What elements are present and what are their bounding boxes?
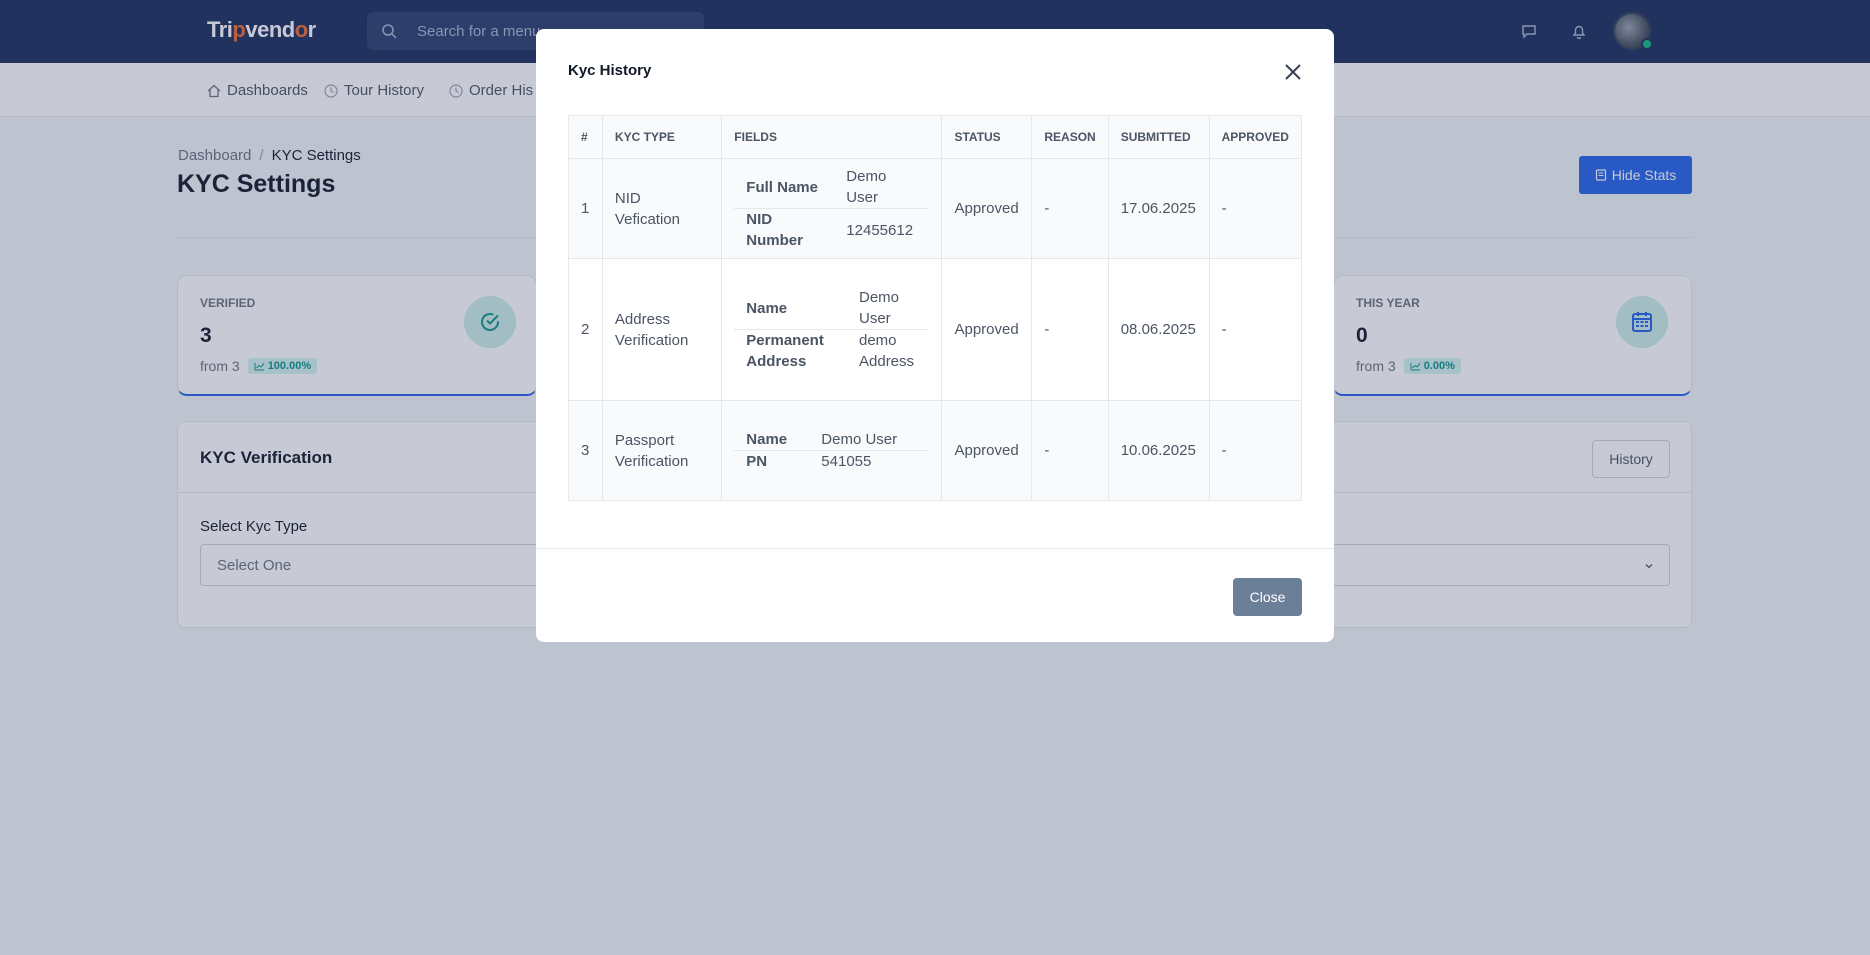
field-key: PN — [734, 450, 810, 472]
submitted-cell: 17.06.2025 — [1107, 158, 1210, 259]
close-icon[interactable] — [1283, 62, 1303, 82]
field-key: Full Name — [746, 178, 818, 196]
column-header: STATUS — [941, 115, 1033, 159]
column-header: KYC TYPE — [601, 115, 723, 159]
table-row: 3 Passport Verification Name Demo User PN… — [568, 400, 1303, 501]
field-value: Demo User — [821, 431, 898, 448]
table-row: 1 NID Vefication Full Name Demo User NID … — [568, 158, 1303, 259]
row-number: 3 — [568, 400, 603, 501]
fields-cell: Name Demo User PN 541055 — [721, 400, 943, 501]
fields-table: Full Name Demo User NID Number 12455612 — [734, 166, 930, 251]
field-key: NID Number — [734, 208, 835, 251]
field-key: Permanent Address — [734, 329, 847, 372]
table-header-row: # KYC TYPE FIELDS STATUS REASON SUBMITTE… — [568, 115, 1303, 159]
fields-table: Name Demo User PN 541055 — [734, 429, 930, 472]
column-header: SUBMITTED — [1107, 115, 1210, 159]
status-cell: Approved — [941, 400, 1033, 501]
field-value: 541055 — [809, 450, 930, 472]
field-value: Demo User — [859, 289, 900, 327]
status-cell: Approved — [941, 258, 1033, 401]
status-cell: Approved — [941, 158, 1033, 259]
approved-cell: - — [1208, 400, 1303, 501]
column-header: FIELDS — [721, 115, 943, 159]
fields-cell: Full Name Demo User NID Number 12455612 — [721, 158, 943, 259]
close-button[interactable]: Close — [1233, 578, 1302, 616]
reason-cell: - — [1031, 258, 1109, 401]
submitted-cell: 10.06.2025 — [1107, 400, 1210, 501]
modal-title: Kyc History — [568, 62, 652, 79]
field-key: Name — [746, 431, 788, 448]
field-key: Name — [746, 299, 788, 317]
kyc-type-cell: Address Verification — [601, 258, 723, 401]
submitted-cell: 08.06.2025 — [1107, 258, 1210, 401]
field-value: Demo User — [846, 168, 887, 206]
reason-cell: - — [1031, 400, 1109, 501]
kyc-history-table: # KYC TYPE FIELDS STATUS REASON SUBMITTE… — [568, 115, 1303, 501]
row-number: 1 — [568, 158, 603, 259]
approved-cell: - — [1208, 258, 1303, 401]
fields-cell: Name Demo User Permanent Address demo Addr… — [721, 258, 943, 401]
kyc-history-modal: Kyc History # KYC TYPE FIELDS STATUS REA… — [536, 29, 1334, 642]
kyc-type-cell: NID Vefication — [601, 158, 723, 259]
field-value: 12455612 — [834, 208, 930, 251]
fields-table: Name Demo User Permanent Address demo Addr… — [734, 287, 930, 372]
column-header: REASON — [1031, 115, 1109, 159]
row-number: 2 — [568, 258, 603, 401]
column-header: APPROVED — [1208, 115, 1303, 159]
table-row: 2 Address Verification Name Demo User Per… — [568, 258, 1303, 401]
modal-footer-divider — [536, 548, 1334, 549]
column-header: # — [568, 115, 603, 159]
approved-cell: - — [1208, 158, 1303, 259]
kyc-type-cell: Passport Verification — [601, 400, 723, 501]
field-value: demo Address — [847, 329, 930, 372]
reason-cell: - — [1031, 158, 1109, 259]
